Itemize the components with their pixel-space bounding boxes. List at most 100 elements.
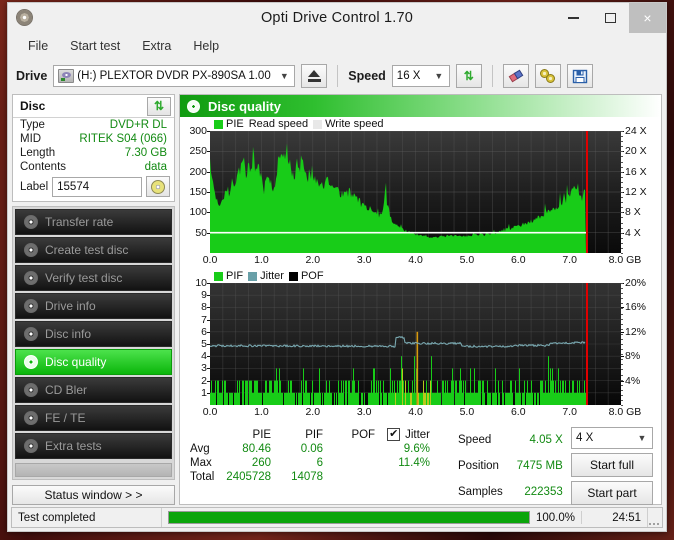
readout-row-speed: Speed 4.05 X [454, 427, 567, 453]
eject-button[interactable] [301, 64, 328, 88]
jitter-checkbox[interactable] [387, 427, 401, 441]
y2-minor-tick [621, 171, 623, 173]
status-window-button[interactable]: Status window > > [12, 485, 175, 505]
sidebar-item-fe-te[interactable]: FE / TE [15, 405, 172, 431]
pie-chart-legend: PIE Read speed Write speed [180, 117, 661, 131]
y2-minor-tick [621, 156, 623, 158]
readout-panel: Speed 4.05 X Position 7475 MB Samples 22… [454, 427, 567, 505]
legend-label: Jitter [260, 270, 284, 282]
sidebar-item-label: CD Bler [45, 383, 88, 397]
floppy-save-icon [572, 69, 587, 83]
toolbar-divider [337, 65, 339, 87]
pif-chart-canvas [210, 283, 621, 405]
left-panel: Disc ⇅ Type DVD+R DL MID RITEK S04 (066)… [12, 94, 175, 505]
readout-position-key: Position [458, 460, 499, 472]
cell-avg-pif: 0.06 [300, 443, 324, 455]
test-speed-select[interactable]: 4 X ▼ [571, 427, 653, 449]
sidebar-item-disc-info[interactable]: Disc info [15, 321, 172, 347]
y2-minor-tick [621, 298, 623, 300]
speed-select[interactable]: 16 X ▼ [391, 65, 450, 87]
sidebar-item-create-test-disc[interactable]: Create test disc [15, 237, 172, 263]
disc-icon [24, 355, 38, 369]
y2-minor-tick [621, 323, 623, 325]
save-button[interactable] [566, 64, 593, 88]
pif-chart-x-axis: 0.0 1.0 2.0 3.0 4.0 5.0 6.0 7.0 8.0 GB [203, 405, 642, 421]
disc-panel-title: Disc [20, 99, 46, 113]
cell-total-pif: 14078 [291, 471, 324, 483]
y2-minor-tick [621, 344, 623, 345]
speed-select-value: 16 X [396, 70, 421, 82]
close-button[interactable]: × [629, 3, 666, 33]
start-part-button[interactable]: Start part [571, 481, 653, 505]
readout-samples-value: 222353 [524, 486, 563, 498]
nav-spacer [15, 463, 172, 477]
disc-label-input[interactable]: 15574 [52, 176, 142, 197]
menu-item-file[interactable]: File [18, 36, 58, 56]
drive-select[interactable]: (H:) PLEXTOR DVDR PX-890SA 1.00 ▼ [53, 65, 296, 87]
sidebar-item-label: Disc quality [45, 355, 107, 369]
window-controls: × [555, 3, 666, 33]
x-tick-label: 4.0 [408, 254, 423, 266]
disc-label-key: Label [20, 180, 49, 193]
menu-item-help[interactable]: Help [183, 36, 229, 56]
cell-max-pie: 260 [251, 457, 272, 469]
y2-minor-tick [621, 202, 623, 204]
disc-refresh-button[interactable]: ⇅ [147, 96, 171, 116]
resize-grip[interactable] [648, 508, 662, 527]
y2-tick-label: 8 X [625, 206, 641, 219]
sidebar-item-transfer-rate[interactable]: Transfer rate [15, 209, 172, 235]
legend-item-pif: PIF [214, 270, 243, 282]
table-row: Total 2405728 14078 [184, 470, 436, 484]
x-tick-label: 1.0 [254, 254, 269, 266]
y2-tick [621, 331, 624, 333]
disc-icon [24, 439, 38, 453]
col-header-jitter: Jitter [381, 427, 436, 442]
sidebar-item-label: Drive info [45, 299, 96, 313]
y2-minor-tick [621, 349, 623, 351]
y2-tick-label: 4% [625, 374, 641, 387]
disc-icon [24, 327, 38, 341]
x-tick-label: 8.0 GB [608, 406, 642, 418]
sidebar-item-cd-bler[interactable]: CD Bler [15, 377, 172, 403]
y2-tick-label: 20 X [625, 145, 647, 158]
maximize-button[interactable] [592, 3, 629, 33]
readout-row-position: Position 7475 MB [454, 453, 567, 479]
row-label-avg: Avg [190, 443, 210, 455]
y-tick-label: 150 [189, 186, 207, 198]
x-tick-label: 6.0 [510, 406, 526, 418]
refresh-button[interactable]: ⇅ [455, 64, 482, 88]
cell-max-jitter: 11.4% [398, 457, 430, 469]
sidebar-item-extra-tests[interactable]: Extra tests [15, 433, 172, 459]
tools-button[interactable] [534, 64, 561, 88]
y2-minor-tick [621, 247, 623, 249]
y2-tick-label: 16% [625, 301, 647, 314]
sidebar-item-verify-test-disc[interactable]: Verify test disc [15, 265, 172, 291]
disc-icon [24, 271, 38, 285]
start-full-button[interactable]: Start full [571, 453, 653, 477]
sidebar-item-drive-info[interactable]: Drive info [15, 293, 172, 319]
y2-tick-label: 8% [625, 350, 641, 363]
cell-max-pof [329, 456, 381, 470]
y2-minor-tick [621, 288, 623, 290]
legend-item-read-speed: Read speed [249, 118, 308, 130]
disc-icon [24, 215, 38, 229]
y2-minor-tick [621, 207, 623, 209]
y-tick-label: 10 [195, 277, 207, 289]
y2-minor-tick [621, 384, 623, 386]
erase-button[interactable] [502, 64, 529, 88]
disc-row-mid-key: MID [20, 133, 42, 145]
y2-minor-tick [621, 161, 623, 163]
menu-item-start-test[interactable]: Start test [60, 36, 130, 56]
sidebar-item-disc-quality[interactable]: Disc quality [15, 349, 172, 375]
minimize-button[interactable] [555, 3, 592, 33]
menu-item-extra[interactable]: Extra [132, 36, 181, 56]
y2-tick-label: 16 X [625, 165, 647, 178]
y2-minor-tick [621, 313, 623, 315]
readout-speed-value: 4.05 X [529, 434, 563, 446]
sidebar-item-label: FE / TE [45, 411, 86, 425]
col-header-pof: POF [351, 428, 376, 441]
y2-minor-tick [621, 328, 623, 330]
cell-avg-pof [329, 442, 381, 456]
disc-info-button[interactable] [146, 176, 170, 197]
disc-row-contents-value: data [144, 161, 167, 173]
